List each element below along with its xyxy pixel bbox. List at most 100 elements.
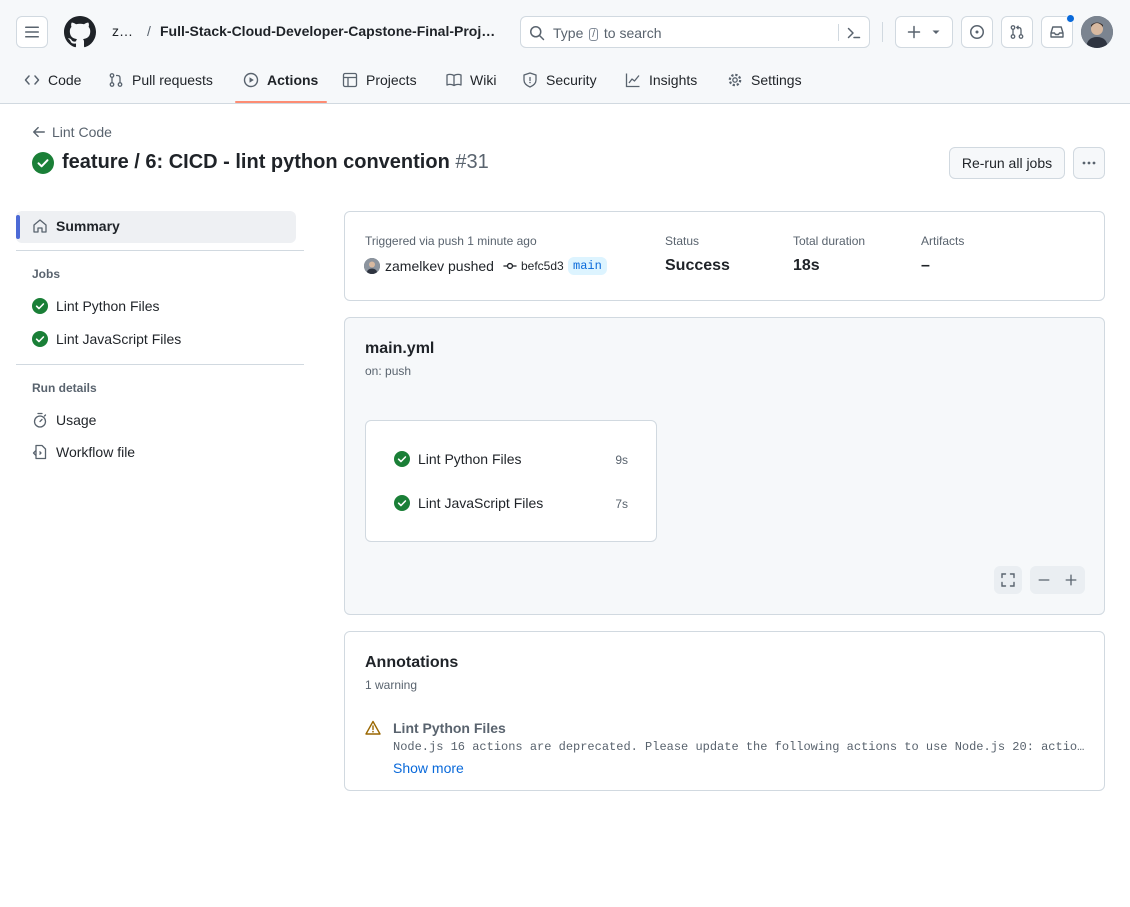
- tab-projects[interactable]: Projects: [342, 56, 417, 104]
- rerun-all-jobs-button[interactable]: Re-run all jobs: [949, 147, 1065, 179]
- app-header: z… / Full-Stack-Cloud-Developer-Capstone…: [0, 0, 1130, 104]
- workflow-job-group: Lint Python Files 9s Lint JavaScript Fil…: [365, 420, 657, 542]
- page-title: feature / 6: CICD - lint python conventi…: [62, 151, 489, 174]
- plus-icon: [1064, 573, 1078, 587]
- commit-link[interactable]: befc5d3: [503, 259, 564, 273]
- code-icon: [24, 72, 48, 88]
- workflow-trigger: on: push: [365, 364, 412, 378]
- artifacts-label: Artifacts: [921, 234, 965, 248]
- pusher-avatar: [364, 258, 380, 274]
- tab-settings[interactable]: Settings: [727, 56, 802, 104]
- zoom-out-button[interactable]: [1031, 573, 1058, 587]
- annotation-job-name[interactable]: Lint Python Files: [393, 720, 506, 736]
- screen-full-icon: [1000, 572, 1016, 588]
- sidebar-item-summary[interactable]: Summary: [32, 218, 120, 234]
- back-link-label: Lint Code: [52, 124, 112, 140]
- workflow-file-name: main.yml: [365, 340, 435, 357]
- home-icon: [32, 218, 56, 234]
- header-divider: [882, 22, 883, 42]
- kebab-horizontal-icon: [1081, 155, 1097, 171]
- status-value: Success: [665, 257, 730, 274]
- user-avatar[interactable]: [1081, 16, 1113, 48]
- git-commit-icon: [503, 259, 521, 273]
- play-icon: [243, 72, 267, 88]
- stopwatch-icon: [32, 412, 56, 428]
- search-placeholder: Type / to search: [553, 25, 662, 41]
- show-more-link[interactable]: Show more: [393, 760, 464, 776]
- plus-icon: [906, 24, 922, 40]
- zoom-in-button[interactable]: [1058, 573, 1085, 587]
- notification-indicator: [1066, 14, 1075, 23]
- fullscreen-button[interactable]: [994, 566, 1022, 594]
- back-link[interactable]: Lint Code: [32, 124, 112, 140]
- sidebar-item-job[interactable]: Lint Python Files: [32, 298, 160, 314]
- pusher-text[interactable]: zamelkev pushed: [385, 258, 494, 274]
- duration-value: 18s: [793, 257, 820, 274]
- create-new-button[interactable]: [895, 16, 953, 48]
- inbox-icon: [1049, 24, 1065, 40]
- breadcrumb-owner[interactable]: z…: [112, 23, 133, 39]
- annotation-message: Node.js 16 actions are deprecated. Pleas…: [393, 740, 1085, 754]
- zoom-controls: [1030, 566, 1085, 594]
- dash-icon: [1037, 573, 1051, 587]
- run-title-text: feature / 6: CICD - lint python conventi…: [62, 151, 450, 173]
- alert-icon: [365, 720, 381, 736]
- tab-insights[interactable]: Insights: [625, 56, 697, 104]
- issues-button[interactable]: [961, 16, 993, 48]
- arrow-left-icon: [32, 125, 52, 139]
- sidebar-item-workflow-file[interactable]: Workflow file: [32, 444, 135, 460]
- job-duration: 7s: [615, 497, 628, 511]
- book-icon: [446, 72, 470, 88]
- status-label: Status: [665, 234, 700, 248]
- success-check-icon: [394, 495, 418, 511]
- active-tab-indicator: [235, 101, 327, 103]
- more-options-button[interactable]: [1073, 147, 1105, 179]
- workflow-job[interactable]: Lint JavaScript Files: [394, 495, 543, 511]
- triangle-down-icon: [930, 26, 942, 38]
- git-pull-request-icon: [108, 72, 132, 88]
- run-number: #31: [455, 151, 489, 173]
- sidebar-run-details-heading: Run details: [32, 381, 97, 395]
- sidebar-divider: [16, 250, 304, 251]
- annotations-count: 1 warning: [365, 678, 418, 692]
- search-input[interactable]: Type / to search: [520, 16, 870, 48]
- sidebar-item-job[interactable]: Lint JavaScript Files: [32, 331, 181, 347]
- breadcrumb-separator: /: [147, 23, 151, 39]
- success-check-icon: [394, 451, 418, 467]
- sidebar-jobs-heading: Jobs: [32, 267, 61, 281]
- sidebar-active-indicator: [16, 215, 20, 239]
- search-shortcut-key: /: [589, 28, 599, 41]
- command-palette-icon[interactable]: [846, 25, 862, 41]
- success-check-icon: [32, 152, 54, 174]
- tab-wiki[interactable]: Wiki: [446, 56, 496, 104]
- breadcrumb-repo[interactable]: Full-Stack-Cloud-Developer-Capstone-Fina…: [160, 23, 500, 39]
- success-check-icon: [32, 331, 56, 347]
- search-icon: [529, 25, 545, 41]
- table-icon: [342, 72, 366, 88]
- file-code-icon: [32, 444, 56, 460]
- job-duration: 9s: [615, 453, 628, 467]
- tab-pull-requests[interactable]: Pull requests: [108, 56, 213, 104]
- trigger-text: Triggered via push 1 minute ago: [365, 234, 537, 248]
- git-pull-request-icon: [1009, 24, 1025, 40]
- search-divider: [838, 24, 839, 41]
- shield-icon: [522, 72, 546, 88]
- graph-icon: [625, 72, 649, 88]
- sidebar-divider: [16, 364, 304, 365]
- hamburger-icon: [24, 24, 40, 40]
- annotations-title: Annotations: [365, 654, 459, 671]
- pull-requests-button[interactable]: [1001, 16, 1033, 48]
- github-logo-icon[interactable]: [64, 16, 96, 48]
- tab-code[interactable]: Code: [24, 56, 81, 104]
- success-check-icon: [32, 298, 56, 314]
- issue-opened-icon: [969, 24, 985, 40]
- run-summary-card: [344, 211, 1105, 301]
- branch-label[interactable]: main: [568, 257, 607, 275]
- hamburger-menu-button[interactable]: [16, 16, 48, 48]
- workflow-job[interactable]: Lint Python Files: [394, 451, 522, 467]
- gear-icon: [727, 72, 751, 88]
- artifacts-value: –: [921, 257, 930, 274]
- tab-security[interactable]: Security: [522, 56, 597, 104]
- sidebar-item-usage[interactable]: Usage: [32, 412, 96, 428]
- tab-actions[interactable]: Actions: [243, 56, 318, 104]
